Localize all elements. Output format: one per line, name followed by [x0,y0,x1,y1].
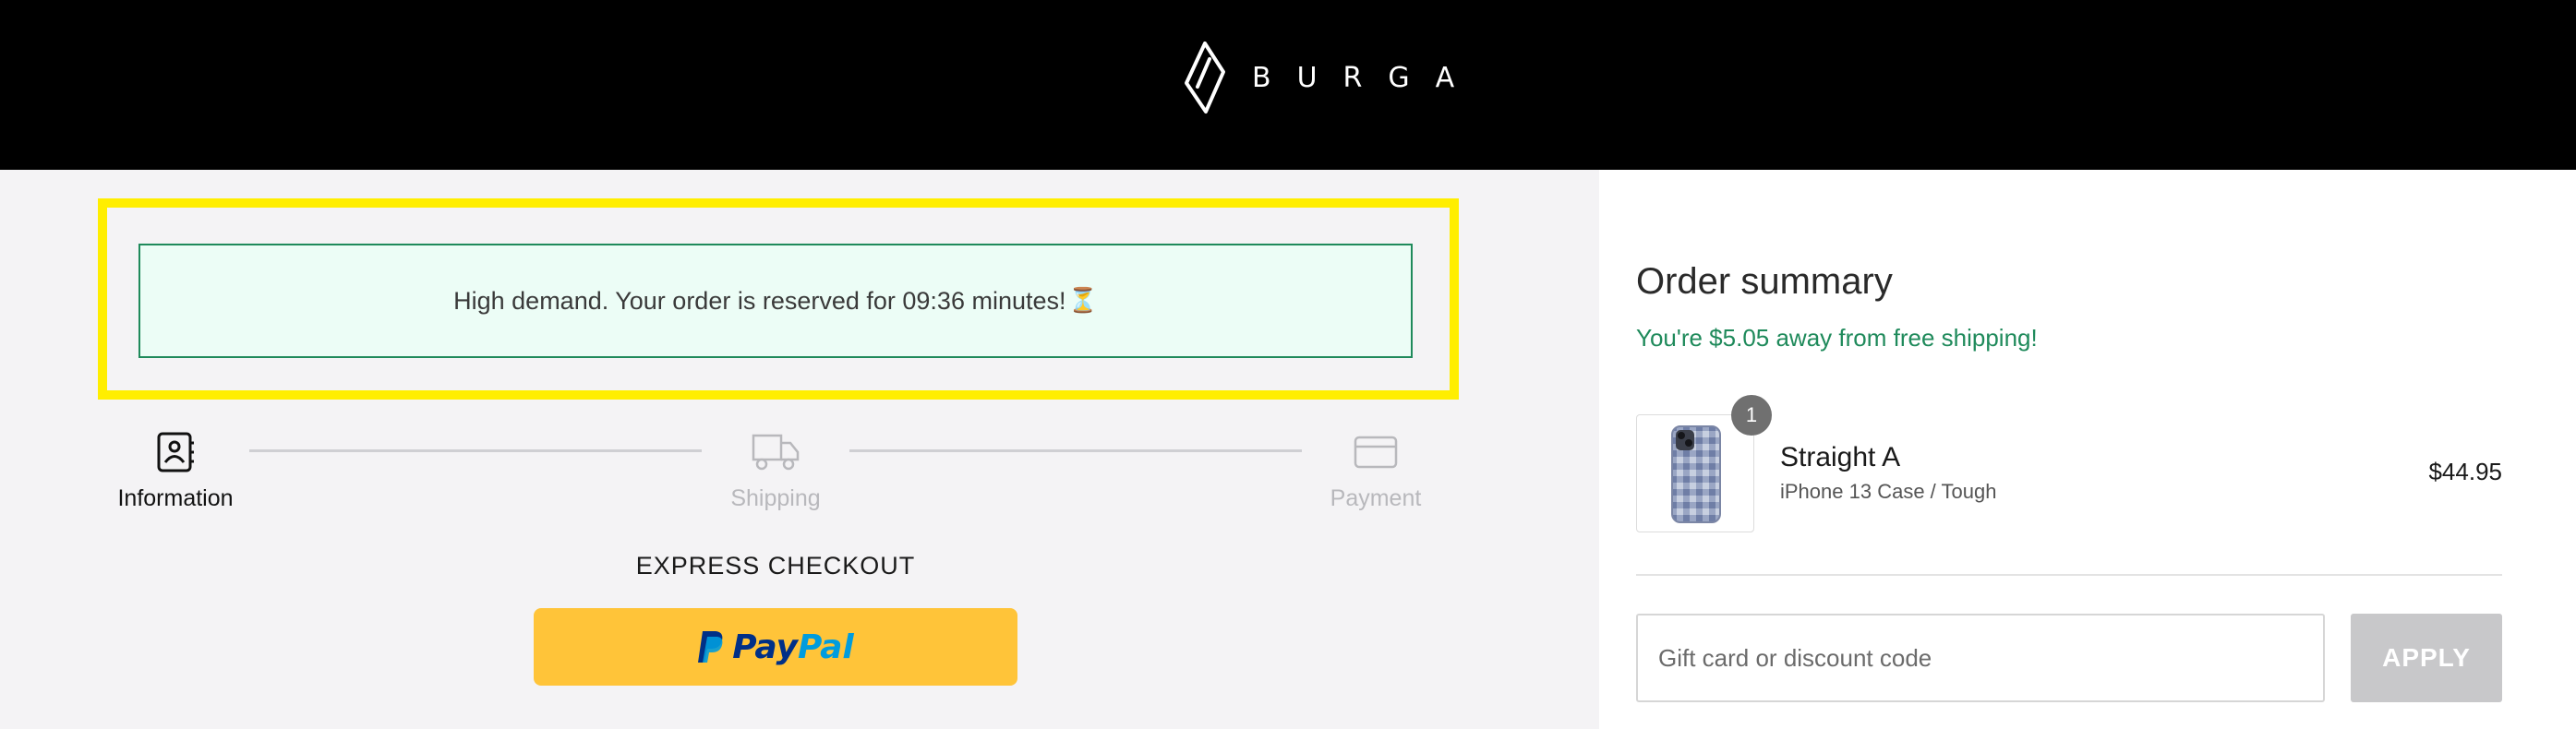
product-name: Straight A [1780,442,1901,472]
site-header: BURGA [0,0,2576,170]
step-shipping[interactable]: Shipping [711,432,840,512]
phone-case-image [1671,425,1721,523]
discount-code-input[interactable] [1636,614,2325,702]
summary-divider [1636,574,2502,576]
contact-book-icon [157,432,194,472]
product-thumbnail [1636,414,1754,532]
paypal-logo-icon [698,631,723,663]
step-shipping-label: Shipping [730,485,821,511]
paypal-button[interactable]: PayPal [534,608,1017,686]
brand-name: BURGA [1252,61,1481,94]
burga-diamond-logo-icon [1185,42,1225,114]
step-payment-label: Payment [1330,485,1422,511]
product-variant: iPhone 13 Case / Tough [1780,480,1997,503]
product-price: $44.95 [2428,458,2502,485]
free-shipping-message: You're $5.05 away from free shipping! [1636,324,2038,352]
step-connector-2 [849,449,1302,452]
truck-icon [752,434,800,471]
hourglass-icon: ⏳ [1067,287,1098,315]
quantity-badge: 1 [1731,395,1772,436]
express-checkout-heading: EXPRESS CHECKOUT [635,552,916,580]
step-connector-1 [249,449,702,452]
credit-card-icon [1354,436,1398,469]
step-payment[interactable]: Payment [1311,432,1440,512]
reservation-notice: High demand. Your order is reserved for … [138,244,1413,358]
paypal-wordmark: PayPal [732,628,853,666]
reservation-notice-text: High demand. Your order is reserved for … [453,286,1066,315]
apply-discount-button[interactable]: APPLY [2351,614,2502,702]
paypal-wordmark-pal: Pal [798,627,854,666]
paypal-wordmark-pay: Pay [732,627,798,666]
step-information-label: Information [117,485,234,511]
order-summary-title: Order summary [1636,261,1893,302]
brand-logo[interactable]: BURGA [1182,41,1480,114]
step-information[interactable]: Information [111,432,240,512]
